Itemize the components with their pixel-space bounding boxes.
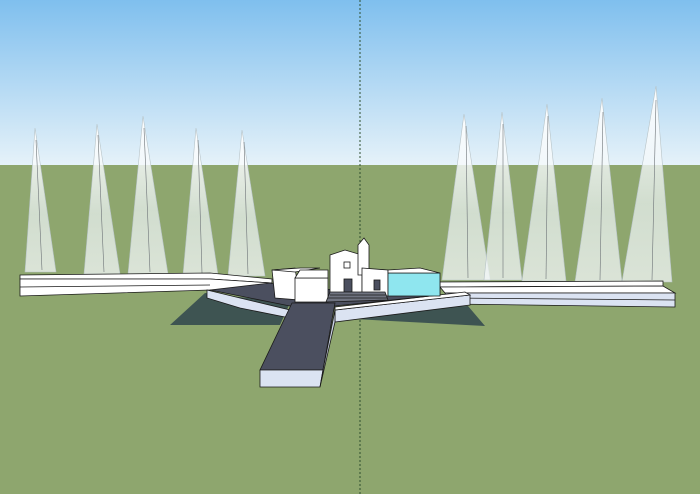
glass-wall [387,272,441,297]
3d-model-scene[interactable] [0,0,700,494]
front-hall [294,277,329,303]
sky [0,0,700,166]
church-window [343,261,351,269]
church-door [343,278,353,293]
sketchup-viewport[interactable] [0,0,700,494]
right-wall[interactable] [439,280,677,308]
front-steps [325,291,389,303]
